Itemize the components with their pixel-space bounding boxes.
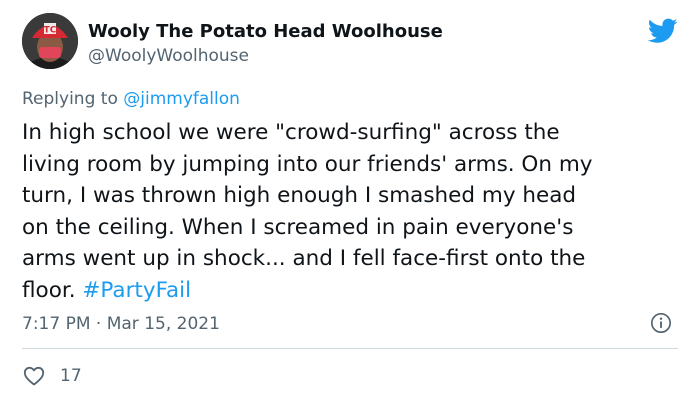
info-icon[interactable] (650, 312, 672, 334)
tweet-body-text: floor. (22, 277, 83, 303)
tweet-body-line: turn, I was thrown high enough I smashed… (22, 183, 577, 208)
reply-mention-link[interactable]: @jimmyfallon (123, 89, 240, 109)
tweet-body-line: living room by jumping into our friends'… (22, 151, 593, 177)
like-count: 17 (60, 366, 82, 386)
heart-icon[interactable] (22, 364, 46, 388)
avatar[interactable]: TC (22, 13, 78, 69)
tweet-body: In high school we were "crowd-surfing" a… (22, 117, 682, 306)
divider (22, 348, 678, 349)
author-handle[interactable]: @WoolyWoolhouse (88, 45, 249, 67)
replying-prefix: Replying to (22, 89, 124, 109)
author-display-name[interactable]: Wooly The Potato Head Woolhouse (88, 21, 443, 43)
svg-text:TC: TC (44, 26, 57, 36)
hashtag-link[interactable]: #PartyFail (82, 278, 191, 303)
tweet-body-line: arms went up in shock... and I fell face… (22, 246, 586, 271)
tweet-body-line: on the ceiling. When I screamed in pain … (22, 214, 574, 240)
avatar-image: TC (22, 13, 78, 69)
tweet-card: TC Wooly The Potato Head Woolhouse @Wool… (0, 0, 700, 402)
tweet-body-line: In high school we were "crowd-surfing" a… (22, 120, 560, 145)
tweet-body-last-line: floor. #PartyFail (22, 275, 682, 307)
tweet-timestamp[interactable]: 7:17 PM · Mar 15, 2021 (22, 313, 220, 335)
twitter-bird-icon[interactable] (648, 18, 678, 44)
replying-to: Replying to @jimmyfallon (22, 88, 240, 110)
